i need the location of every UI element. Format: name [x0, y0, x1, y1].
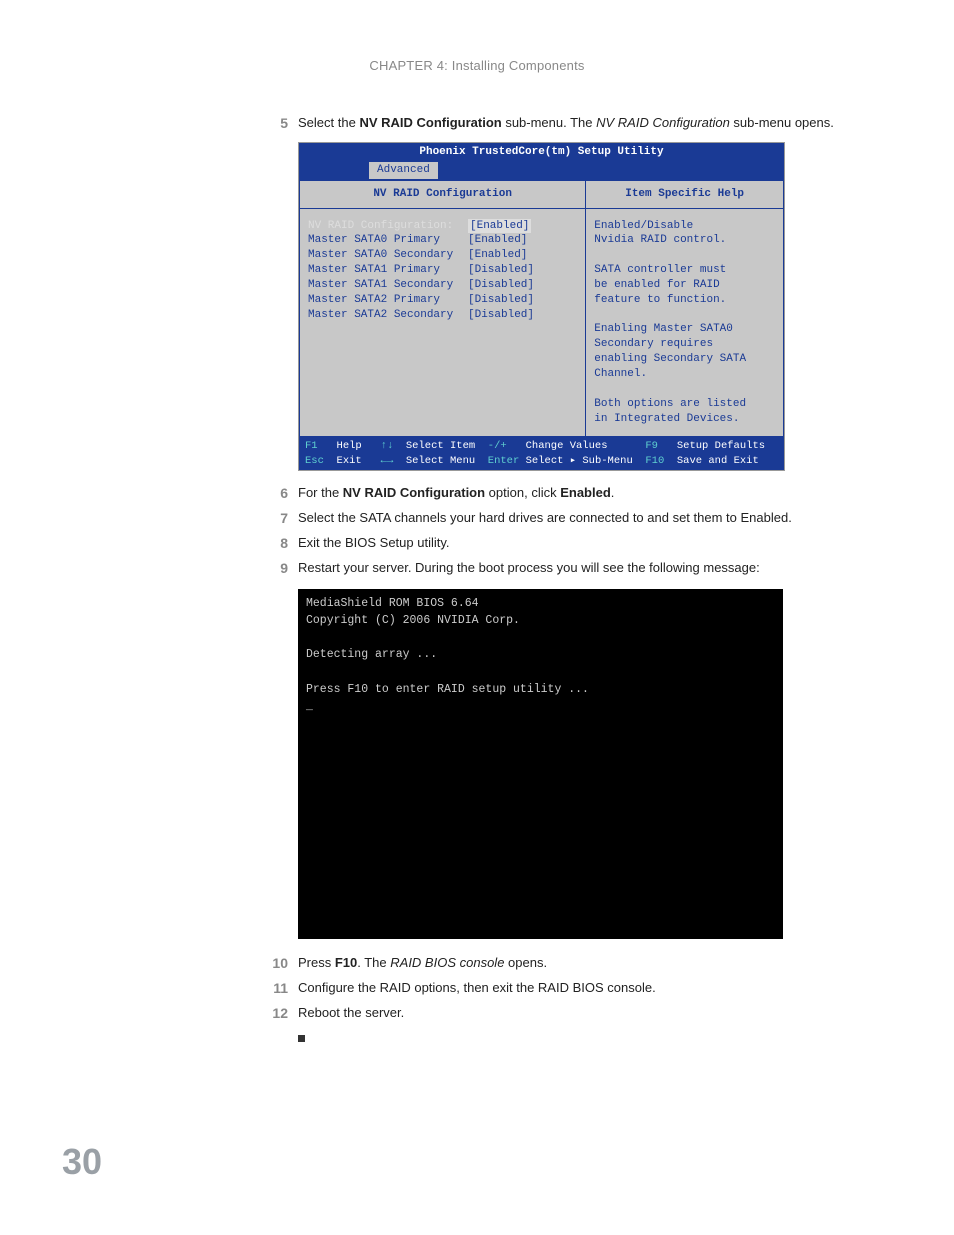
label: Save and Exit — [677, 455, 759, 467]
step-number: 11 — [260, 978, 298, 999]
bios-config-row: Master SATA2 Secondary[Disabled] — [308, 308, 577, 323]
bios-config-row: Master SATA0 Secondary[Enabled] — [308, 248, 577, 263]
bios-tab-advanced: Advanced — [369, 162, 438, 179]
text: sub-menu. The — [502, 115, 596, 130]
step-text: Select the SATA channels your hard drive… — [298, 508, 844, 529]
bios-title: Phoenix TrustedCore(tm) Setup Utility — [299, 143, 784, 162]
bios-row-value: [Enabled] — [468, 219, 531, 234]
bios-row-value: [Enabled] — [468, 233, 527, 248]
bios-config-row: Master SATA1 Secondary[Disabled] — [308, 278, 577, 293]
bold-text: F10 — [335, 955, 357, 970]
boot-message-screenshot: MediaShield ROM BIOS 6.64 Copyright (C) … — [298, 589, 783, 939]
step-8: 8 Exit the BIOS Setup utility. — [260, 533, 844, 554]
step-text: Reboot the server. — [298, 1003, 844, 1024]
key-updown: ↑↓ — [381, 440, 394, 452]
bios-row-label: Master SATA0 Primary — [308, 233, 468, 248]
bios-row-label: Master SATA0 Secondary — [308, 248, 468, 263]
bios-right-title: Item Specific Help — [586, 181, 783, 209]
step-number: 5 — [260, 113, 298, 134]
step-text: For the NV RAID Configuration option, cl… — [298, 483, 844, 504]
step-text: Configure the RAID options, then exit th… — [298, 978, 844, 999]
page-number: 30 — [62, 1141, 102, 1183]
label: Select Item — [406, 440, 475, 452]
text: option, click — [485, 485, 560, 500]
text: opens. — [504, 955, 547, 970]
boot-line: Copyright (C) 2006 NVIDIA Corp. — [306, 614, 520, 627]
bold-text: NV RAID Configuration — [359, 115, 501, 130]
chapter-header: CHAPTER 4: Installing Components — [0, 0, 954, 73]
bios-row-value: [Disabled] — [468, 278, 534, 293]
key-leftright: ←→ — [381, 455, 394, 467]
bios-config-row: Master SATA0 Primary[Enabled] — [308, 233, 577, 248]
bios-footer: F1 Help ↑↓ Select Item -/+ Change Values… — [299, 437, 784, 469]
label: Help — [337, 440, 362, 452]
key-enter: Enter — [488, 455, 520, 467]
label: Change Values — [526, 440, 608, 452]
bios-row-value: [Disabled] — [468, 263, 534, 278]
step-7: 7 Select the SATA channels your hard dri… — [260, 508, 844, 529]
bios-left-title: NV RAID Configuration — [300, 181, 585, 209]
key-plusminus: -/+ — [488, 440, 507, 452]
bios-config-row: NV RAID Configuration:[Enabled] — [308, 219, 577, 234]
bios-row-label: NV RAID Configuration: — [308, 219, 468, 234]
bios-config-row: Master SATA2 Primary[Disabled] — [308, 293, 577, 308]
step-number: 12 — [260, 1003, 298, 1024]
step-5: 5 Select the NV RAID Configuration sub-m… — [260, 113, 844, 134]
step-9: 9 Restart your server. During the boot p… — [260, 558, 844, 579]
label: Exit — [337, 455, 362, 467]
bios-row-label: Master SATA1 Primary — [308, 263, 468, 278]
step-text: Select the NV RAID Configuration sub-men… — [298, 113, 844, 134]
bios-config-rows: NV RAID Configuration:[Enabled]Master SA… — [300, 209, 585, 423]
bios-row-label: Master SATA2 Secondary — [308, 308, 468, 323]
boot-line: Press F10 to enter RAID setup utility ..… — [306, 683, 589, 696]
step-number: 10 — [260, 953, 298, 974]
bios-tab-row: Advanced — [299, 162, 784, 180]
italic-text: RAID BIOS console — [390, 955, 504, 970]
step-11: 11 Configure the RAID options, then exit… — [260, 978, 844, 999]
step-6: 6 For the NV RAID Configuration option, … — [260, 483, 844, 504]
key-f10: F10 — [645, 455, 664, 467]
end-of-procedure-icon — [298, 1035, 305, 1042]
step-text: Press F10. The RAID BIOS console opens. — [298, 953, 844, 974]
step-10: 10 Press F10. The RAID BIOS console open… — [260, 953, 844, 974]
key-f1: F1 — [305, 440, 318, 452]
label: Setup Defaults — [677, 440, 765, 452]
text: . — [611, 485, 615, 500]
step-text: Exit the BIOS Setup utility. — [298, 533, 844, 554]
text: Select the — [298, 115, 359, 130]
bold-text: NV RAID Configuration — [343, 485, 485, 500]
step-number: 8 — [260, 533, 298, 554]
step-number: 9 — [260, 558, 298, 579]
bold-text: Enabled — [560, 485, 611, 500]
key-esc: Esc — [305, 455, 324, 467]
text: For the — [298, 485, 343, 500]
step-12: 12 Reboot the server. — [260, 1003, 844, 1024]
step-number: 7 — [260, 508, 298, 529]
bios-setup-screenshot: Phoenix TrustedCore(tm) Setup Utility Ad… — [298, 142, 785, 471]
bios-row-label: Master SATA1 Secondary — [308, 278, 468, 293]
key-f9: F9 — [645, 440, 658, 452]
text: Press — [298, 955, 335, 970]
boot-line: Detecting array ... — [306, 648, 437, 661]
bios-row-value: [Disabled] — [468, 308, 534, 323]
bios-row-value: [Enabled] — [468, 248, 527, 263]
text: . The — [357, 955, 390, 970]
cursor: _ — [306, 700, 313, 713]
bios-row-label: Master SATA2 Primary — [308, 293, 468, 308]
text: sub-menu opens. — [730, 115, 834, 130]
bios-help-text: Enabled/Disable Nvidia RAID control. SAT… — [586, 209, 783, 437]
label: Select Menu — [406, 455, 475, 467]
label: Select ▸ Sub-Menu — [526, 455, 633, 467]
step-text: Restart your server. During the boot pro… — [298, 558, 844, 579]
boot-line: MediaShield ROM BIOS 6.64 — [306, 597, 479, 610]
bios-config-row: Master SATA1 Primary[Disabled] — [308, 263, 577, 278]
bios-row-value: [Disabled] — [468, 293, 534, 308]
step-number: 6 — [260, 483, 298, 504]
italic-text: NV RAID Configuration — [596, 115, 730, 130]
